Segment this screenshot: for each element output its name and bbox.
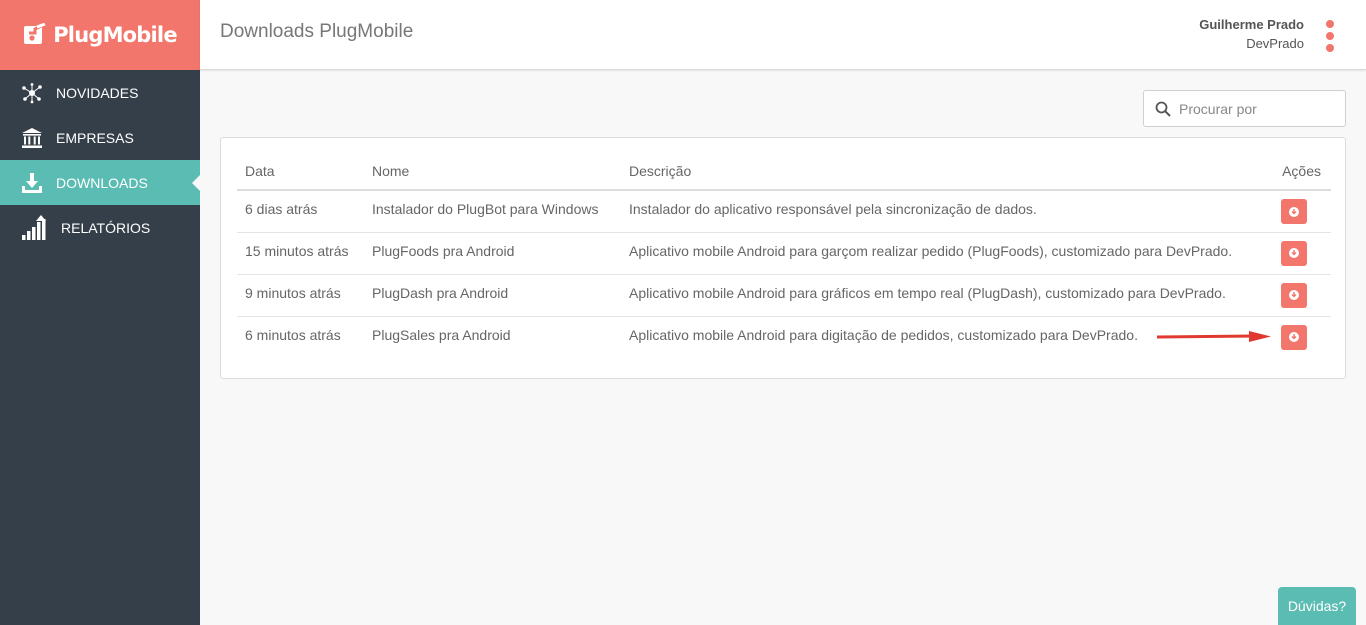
cell-name: PlugSales pra Android xyxy=(372,326,511,343)
cell-date: 6 dias atrás xyxy=(237,190,364,233)
column-header-date[interactable]: Data xyxy=(237,152,364,191)
download-button[interactable] xyxy=(1281,199,1307,224)
kebab-dot xyxy=(1326,20,1334,28)
cell-date: 9 minutos atrás xyxy=(237,274,364,317)
download-circle-icon xyxy=(1289,290,1299,300)
plugmobile-logo-icon xyxy=(23,22,47,47)
kebab-dot xyxy=(1326,44,1334,52)
download-circle-icon xyxy=(1289,332,1299,342)
cell-actions xyxy=(1271,232,1331,275)
downloads-table: Data Nome Descrição Ações 6 dias atrás I… xyxy=(237,152,1331,358)
annotation-arrow-icon xyxy=(1157,331,1271,342)
kebab-dot xyxy=(1326,32,1334,40)
brand-logo[interactable]: PlugMobile xyxy=(0,0,200,70)
sidebar-item-label: NOVIDADES xyxy=(56,84,139,101)
brand-name: PlugMobile xyxy=(53,23,177,47)
sidebar-item-label: DOWNLOADS xyxy=(56,174,148,191)
bar-chart-icon xyxy=(20,214,47,240)
table-header-row: Data Nome Descrição Ações xyxy=(237,152,1331,191)
cell-description: Aplicativo mobile Android para garçom re… xyxy=(621,232,1271,275)
user-company: DevPrado xyxy=(1246,36,1304,51)
search-input[interactable] xyxy=(1179,100,1329,117)
sidebar-item-label: EMPRESAS xyxy=(56,129,134,146)
kebab-menu-icon[interactable] xyxy=(1324,20,1336,52)
download-button[interactable] xyxy=(1281,240,1307,266)
cell-actions xyxy=(1271,316,1331,358)
page-title: Downloads PlugMobile xyxy=(220,21,414,42)
top-header: Downloads PlugMobile Guilherme Prado Dev… xyxy=(200,0,1366,70)
download-circle-icon xyxy=(1289,248,1299,258)
sidebar-item-novidades[interactable]: NOVIDADES xyxy=(0,70,200,115)
sidebar-item-empresas[interactable]: EMPRESAS xyxy=(0,115,200,160)
column-header-name[interactable]: Nome xyxy=(364,152,621,191)
table-row: 9 minutos atrás PlugDash pra Android Apl… xyxy=(237,274,1331,317)
table-row: 6 dias atrás Instalador do PlugBot para … xyxy=(237,190,1331,233)
sidebar-item-relatorios[interactable]: RELATÓRIOS xyxy=(0,205,200,250)
sidebar-item-label: RELATÓRIOS xyxy=(61,219,151,236)
cell-actions xyxy=(1271,190,1331,233)
cell-name: PlugFoods pra Android xyxy=(364,232,621,275)
sidebar-item-downloads[interactable]: DOWNLOADS xyxy=(0,160,200,205)
cell-description: Instalador do aplicativo responsável pel… xyxy=(621,190,1271,233)
sidebar-nav: NOVIDADES EMPRESAS DOWNLOADS RELATÓRIOS xyxy=(0,70,200,250)
cell-name: PlugDash pra Android xyxy=(364,274,621,317)
help-button[interactable]: Dúvidas? xyxy=(1278,587,1356,625)
cell-actions xyxy=(1271,274,1331,317)
user-name: Guilherme Prado xyxy=(1199,17,1304,32)
cell-date: 15 minutos atrás xyxy=(237,232,364,275)
sidebar: PlugMobile NOVIDADES EMPRESAS DOWNLOADS … xyxy=(0,0,200,625)
bank-icon xyxy=(20,126,44,150)
app: PlugMobile NOVIDADES EMPRESAS DOWNLOADS … xyxy=(0,0,1366,625)
download-circle-icon xyxy=(1289,206,1299,217)
user-info[interactable]: Guilherme Prado DevPrado xyxy=(1199,17,1304,51)
search-box[interactable] xyxy=(1143,90,1346,127)
cell-name: Instalador do PlugBot para Windows xyxy=(364,190,621,233)
cell-description: Aplicativo mobile Android para gráficos … xyxy=(621,274,1271,317)
column-header-description[interactable]: Descrição xyxy=(621,152,1271,191)
cell-date: 6 minutos atrás xyxy=(245,326,341,343)
table-row: 15 minutos atrás PlugFoods pra Android A… xyxy=(237,232,1331,275)
download-button[interactable] xyxy=(1281,324,1307,350)
network-icon xyxy=(20,81,44,105)
download-button[interactable] xyxy=(1281,282,1307,308)
column-header-actions: Ações xyxy=(1271,152,1331,191)
download-icon xyxy=(20,171,44,195)
search-icon xyxy=(1155,101,1171,117)
